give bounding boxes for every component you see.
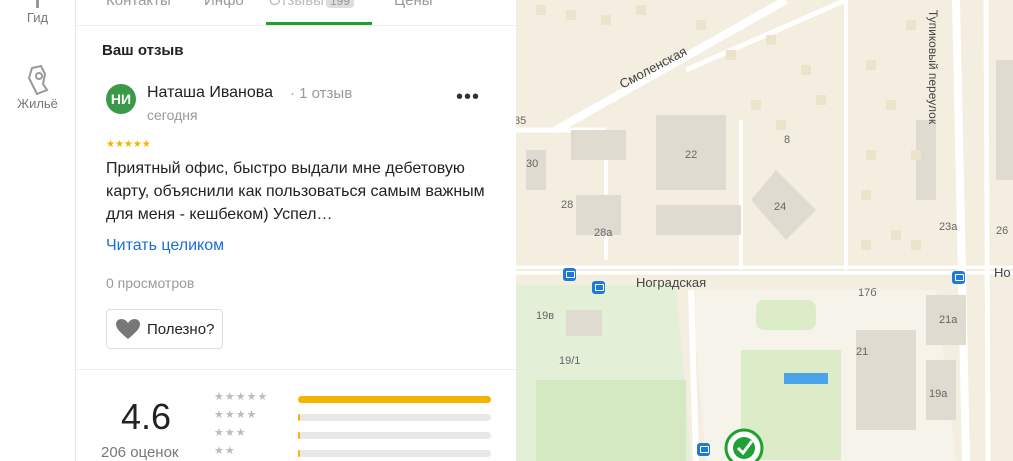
building-number: 28: [561, 199, 574, 211]
read-more-link[interactable]: Читать целиком: [106, 237, 224, 255]
building-number: 28а: [594, 227, 613, 239]
building-number: 21а: [939, 314, 958, 326]
street-label: Ноградская: [636, 275, 707, 290]
tab-info[interactable]: Инфо: [204, 0, 244, 9]
building-number: 19в: [536, 310, 555, 322]
building-number: 35: [516, 115, 527, 127]
rating-bar-fill: [298, 450, 300, 457]
avatar[interactable]: НИ: [106, 84, 136, 114]
useful-label: Полезно?: [147, 320, 215, 338]
building-number: 30: [526, 158, 539, 170]
building-number: 19а: [929, 388, 948, 400]
building-number: 26: [996, 225, 1009, 237]
building-number: 19/1: [559, 355, 581, 367]
rating-bar-track: [298, 432, 491, 439]
divider: [76, 369, 516, 370]
rating-value: 4.6: [121, 396, 172, 437]
review-stars: ★★★★★: [106, 139, 151, 150]
rating-row-stars: ★★: [214, 445, 236, 457]
map-view[interactable]: Смоленская Ноградская Нo Тупиковый переу…: [516, 0, 1013, 461]
bus-stop-icon[interactable]: [592, 281, 605, 294]
building-number: 17б: [858, 287, 877, 299]
rating-bar-track: [298, 414, 491, 421]
building-number: 22: [685, 149, 698, 161]
more-options-icon[interactable]: •••: [456, 86, 480, 109]
rail-item-housing-label: Жильё: [17, 96, 58, 111]
building-number: 23а: [939, 221, 958, 233]
rating-bar-track: [298, 396, 491, 403]
rating-row-stars: ★★★: [214, 427, 247, 439]
rating-row-stars: ★★★★★: [214, 391, 269, 403]
housing-icon: [27, 64, 49, 96]
views-count: 0 просмотров: [106, 275, 195, 291]
reviews-panel: Контакты Инфо Отзывы 199 Цены Ваш отзыв Н…: [76, 0, 517, 461]
bank-marker-icon[interactable]: [724, 428, 764, 461]
rating-bar-fill: [298, 432, 300, 439]
tab-reviews-badge: 199: [325, 0, 354, 8]
left-rail: Гид Жильё: [0, 0, 76, 461]
building-number: 8: [784, 134, 791, 146]
rating-count: 206 оценок: [101, 444, 179, 461]
tab-prices[interactable]: Цены: [394, 0, 433, 9]
heart-icon: [116, 319, 140, 339]
rating-bar-fill: [298, 414, 300, 421]
rail-item-guide-label: Гид: [26, 10, 49, 25]
rating-bar-track: [298, 450, 491, 457]
street-label: Тупиковый переулок: [926, 9, 941, 125]
rating-row-5: ★★★★★: [214, 391, 494, 405]
bus-stop-icon[interactable]: [952, 271, 965, 284]
rating-row-stars: ★★★★: [214, 409, 258, 421]
building-number: 21: [856, 346, 869, 358]
review-date: сегодня: [147, 107, 198, 123]
tab-bar: Контакты Инфо Отзывы 199 Цены: [76, 0, 516, 26]
active-tab-indicator: [266, 22, 372, 25]
your-review-title: Ваш отзыв: [102, 42, 184, 59]
useful-button[interactable]: Полезно?: [106, 309, 224, 349]
bus-stop-icon[interactable]: [697, 443, 710, 456]
rail-item-housing[interactable]: Жильё: [0, 64, 75, 111]
author-review-count: · 1 отзыв: [290, 85, 353, 102]
street-label: Нo: [994, 265, 1011, 280]
review-text: Приятный офис, быстро выдали мне дебетов…: [106, 160, 485, 223]
review-author[interactable]: Наташа Иванова: [147, 84, 273, 102]
rating-row-2: ★★: [214, 445, 494, 459]
rail-item-guide[interactable]: Гид: [0, 0, 75, 25]
rating-row-3: ★★★: [214, 427, 494, 441]
tab-reviews[interactable]: Отзывы 199: [269, 0, 354, 9]
bus-stop-icon[interactable]: [563, 268, 576, 281]
rating-bar-fill: [298, 396, 491, 403]
tab-reviews-label: Отзывы: [269, 0, 324, 9]
rating-row-4: ★★★★: [214, 409, 494, 423]
guide-icon: [35, 0, 39, 8]
tab-contacts[interactable]: Контакты: [106, 0, 171, 9]
building-number: 24: [774, 201, 787, 213]
